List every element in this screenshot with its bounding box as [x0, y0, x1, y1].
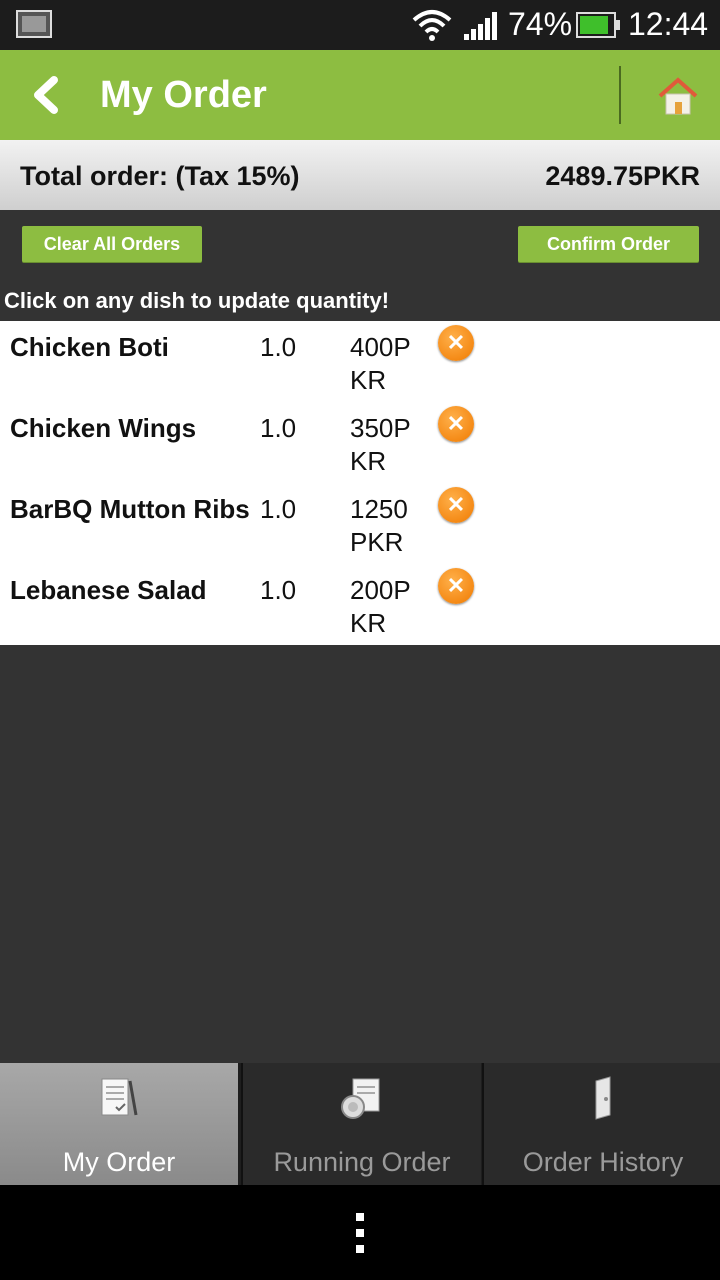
dish-quantity: 1.0: [260, 575, 297, 605]
battery-icon: [576, 12, 616, 38]
running-order-icon: [341, 1078, 380, 1119]
dish-price: 400PKR: [350, 332, 411, 395]
total-label: Total order: (Tax 15%): [20, 161, 300, 191]
dish-price: 200PKR: [350, 575, 411, 638]
clear-all-orders-button[interactable]: Clear All Orders: [22, 226, 202, 262]
status-bar: 74% 12:44: [0, 0, 720, 50]
remove-item-icon[interactable]: ✕: [438, 406, 474, 442]
tab-label: My Order: [62, 1147, 176, 1177]
bottom-tab-bar: My Order Running Order Order History: [0, 1063, 720, 1185]
tab-my-order[interactable]: My Order: [0, 1063, 238, 1185]
order-row[interactable]: Chicken Boti 1.0 400PKR ✕: [0, 321, 720, 402]
remove-item-icon[interactable]: ✕: [438, 325, 474, 361]
order-history-icon: [595, 1076, 611, 1120]
overflow-menu-icon[interactable]: [353, 1213, 367, 1253]
tab-order-history[interactable]: Order History: [482, 1063, 720, 1185]
battery-tip: [616, 20, 620, 30]
tab-label: Order History: [522, 1147, 684, 1177]
order-document-icon: [101, 1078, 138, 1116]
hint-text: Click on any dish to update quantity!: [4, 288, 390, 313]
dish-quantity: 1.0: [260, 332, 297, 362]
order-list: Chicken Boti 1.0 400PKR ✕ Chicken Wings …: [0, 321, 720, 645]
dish-price: 1250 PKR: [350, 494, 408, 557]
page-title: My Order: [100, 74, 267, 116]
order-row[interactable]: Lebanese Salad 1.0 200PKR ✕: [0, 564, 720, 645]
home-icon[interactable]: [656, 76, 700, 116]
signal-icon: [464, 12, 497, 40]
dish-price: 350PKR: [350, 413, 411, 476]
confirm-order-button[interactable]: Confirm Order: [518, 226, 699, 262]
order-row[interactable]: BarBQ Mutton Ribs 1.0 1250 PKR ✕: [0, 483, 720, 564]
remove-item-icon[interactable]: ✕: [438, 487, 474, 523]
tab-label: Running Order: [273, 1147, 451, 1177]
total-bar: Total order: (Tax 15%) 2489.75PKR: [0, 140, 720, 210]
dish-name: Lebanese Salad: [10, 575, 207, 605]
tab-running-order[interactable]: Running Order: [241, 1063, 481, 1185]
dish-quantity: 1.0: [260, 494, 297, 524]
back-button[interactable]: [22, 70, 72, 120]
dish-name: Chicken Boti: [10, 332, 169, 362]
dish-name: BarBQ Mutton Ribs: [10, 494, 250, 524]
system-nav-bar: [0, 1185, 720, 1280]
app-header: My Order: [0, 50, 720, 140]
wifi-icon: [412, 10, 452, 41]
remove-item-icon[interactable]: ✕: [438, 568, 474, 604]
battery-percent: 74%: [508, 6, 573, 42]
clock: 12:44: [628, 6, 709, 42]
order-row[interactable]: Chicken Wings 1.0 350PKR ✕: [0, 402, 720, 483]
dish-name: Chicken Wings: [10, 413, 197, 443]
dish-quantity: 1.0: [260, 413, 297, 443]
notification-icon: [16, 10, 52, 38]
total-value: 2489.75PKR: [545, 161, 700, 191]
header-divider: [619, 66, 621, 124]
